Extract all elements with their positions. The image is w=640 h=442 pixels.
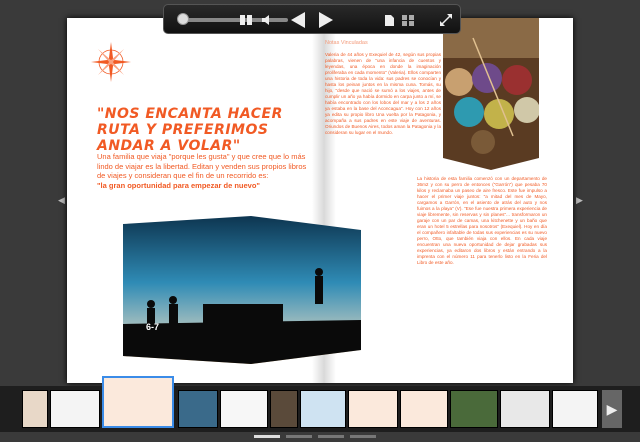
lead-quote: "la gran oportunidad para empezar de nue… bbox=[97, 180, 260, 190]
lead-text: Una familia que viaja "porque les gusta"… bbox=[97, 152, 307, 180]
previous-arrow-icon[interactable] bbox=[288, 10, 308, 30]
prev-page-arrow-icon[interactable]: ◀ bbox=[58, 195, 65, 206]
article-column-2: La historia de esta familia comenzó con … bbox=[417, 176, 547, 265]
thumbnail-page-2[interactable] bbox=[50, 390, 100, 428]
zoom-slider-knob[interactable] bbox=[177, 13, 189, 25]
article-lead: Una familia que viaja "porque les gusta"… bbox=[97, 152, 307, 190]
thumbnail-page-5[interactable] bbox=[220, 390, 268, 428]
pager-dot-4[interactable] bbox=[350, 435, 376, 438]
next-arrow-icon[interactable] bbox=[316, 10, 336, 30]
thumbnail-next-icon[interactable]: ▶ bbox=[602, 390, 622, 428]
single-page-icon[interactable] bbox=[382, 10, 396, 30]
viewer-toolbar bbox=[163, 4, 461, 34]
thumbnail-page-8[interactable] bbox=[348, 390, 398, 428]
thumbnail-page-10[interactable] bbox=[450, 390, 498, 428]
thumbnail-page-1[interactable] bbox=[22, 390, 48, 428]
next-page-arrow-icon[interactable]: ▶ bbox=[576, 195, 583, 206]
article-headline: "NOS ENCANTA HACER RUTA Y PREFERIMOS AND… bbox=[97, 106, 283, 154]
thumbnail-page-9[interactable] bbox=[400, 390, 448, 428]
yarn-photo bbox=[443, 18, 539, 170]
volume-icon[interactable] bbox=[260, 10, 274, 30]
sunset-photo bbox=[123, 216, 361, 364]
page-number: 6-7 bbox=[146, 322, 160, 332]
thumbnail-page-6[interactable] bbox=[270, 390, 298, 428]
thumbnail-page-4[interactable] bbox=[178, 390, 218, 428]
pager-dot-1[interactable] bbox=[254, 435, 280, 438]
article-column-1: Valeria de 44 años y Exequiel de 42, seg… bbox=[325, 52, 441, 135]
thumbnail-page-11[interactable] bbox=[500, 390, 550, 428]
pager-dot-3[interactable] bbox=[318, 435, 344, 438]
fullscreen-icon[interactable] bbox=[438, 10, 454, 30]
thumbnail-page-3[interactable] bbox=[102, 376, 174, 428]
two-page-icon[interactable] bbox=[238, 10, 254, 30]
section-label: Notas Vinculadas bbox=[325, 40, 368, 46]
grid-icon[interactable] bbox=[400, 10, 416, 30]
thumbnail-page-7[interactable] bbox=[300, 390, 346, 428]
pager-dot-2[interactable] bbox=[286, 435, 312, 438]
thumbnail-page-12[interactable] bbox=[552, 390, 598, 428]
compass-rose-icon bbox=[89, 40, 133, 89]
